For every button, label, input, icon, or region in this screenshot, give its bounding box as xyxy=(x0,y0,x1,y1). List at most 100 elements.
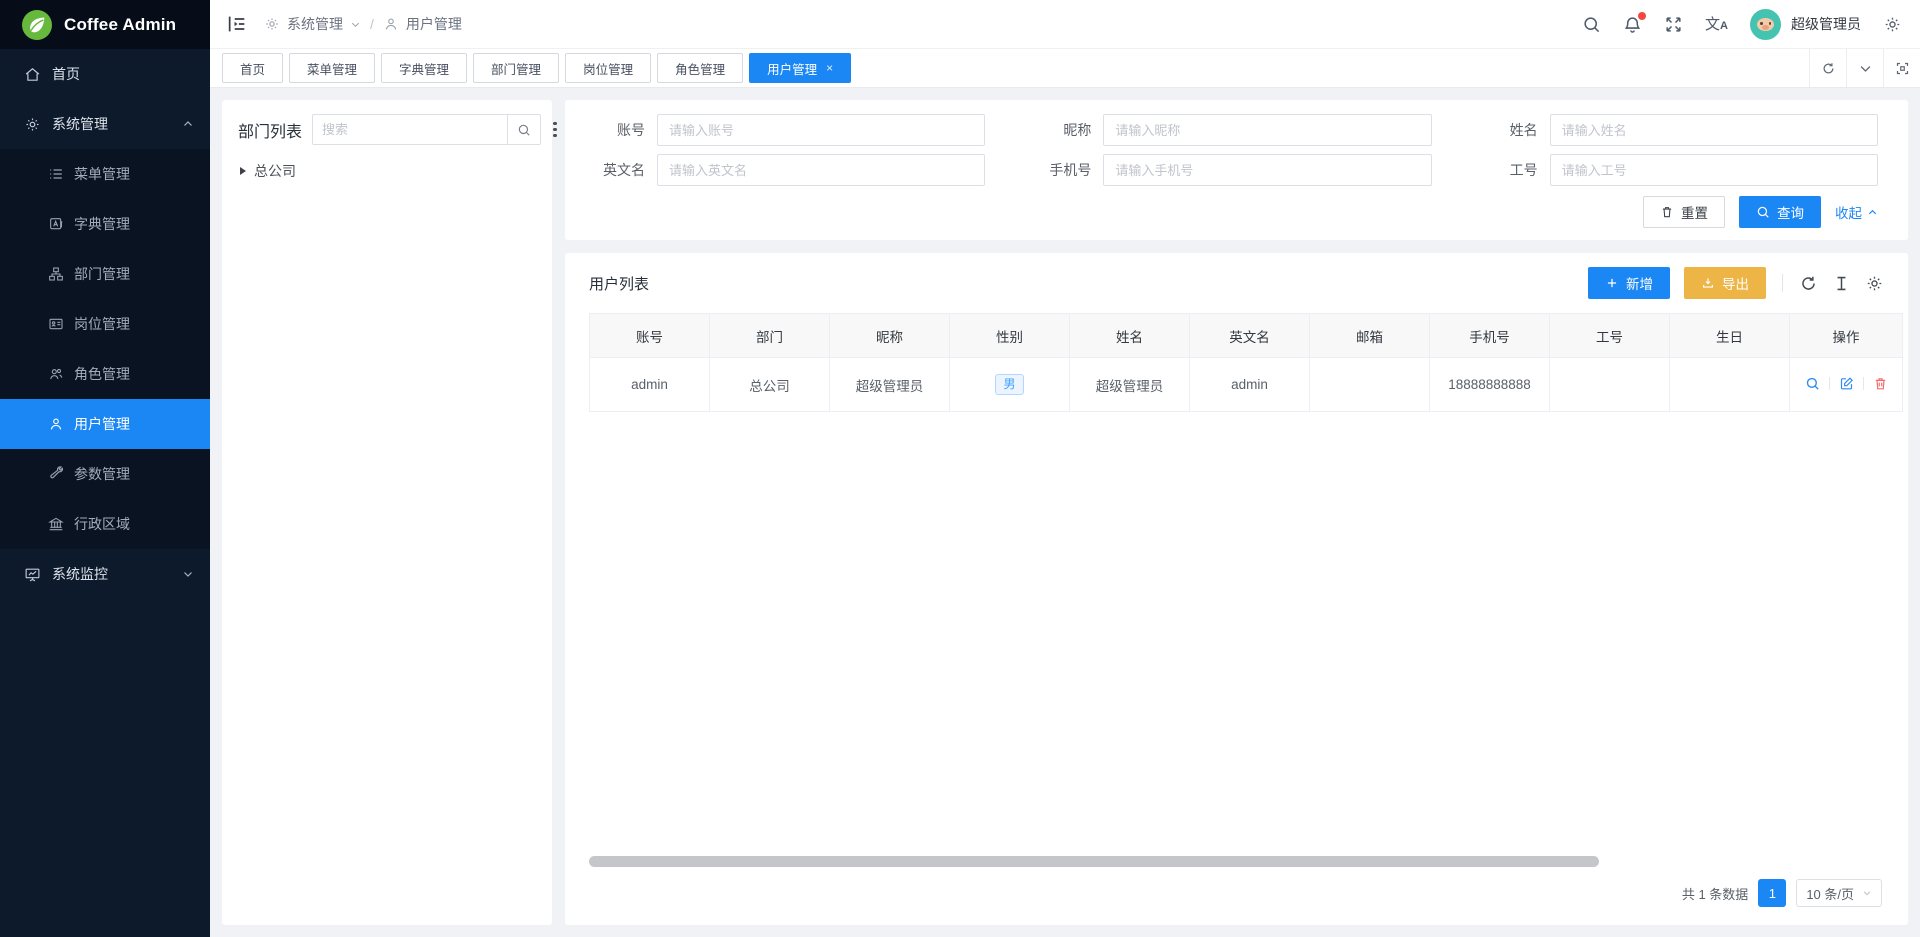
app-title: Coffee Admin xyxy=(64,15,176,35)
user-chip[interactable]: 超级管理员 xyxy=(1750,9,1861,40)
field-label: 账号 xyxy=(595,120,657,140)
fullscreen-icon[interactable] xyxy=(1664,15,1683,34)
sidebar-item-label: 系统监控 xyxy=(52,564,108,584)
sidebar-item-menu-mgmt[interactable]: 菜单管理 xyxy=(0,149,210,199)
sidebar-item-system[interactable]: 系统管理 xyxy=(0,99,210,149)
add-button[interactable]: 新增 xyxy=(1588,267,1670,299)
more-vertical-icon[interactable] xyxy=(551,122,559,138)
reset-label: 重置 xyxy=(1681,202,1708,222)
user-icon xyxy=(48,416,64,432)
dictionary-icon xyxy=(48,216,64,232)
table-refresh-icon[interactable] xyxy=(1799,274,1818,293)
toolbar-divider xyxy=(1782,274,1783,292)
tab-list-dropdown-icon[interactable] xyxy=(1846,49,1883,87)
english-name-input[interactable] xyxy=(657,154,985,186)
bank-icon xyxy=(48,516,64,532)
sidebar-item-admin-region[interactable]: 行政区域 xyxy=(0,499,210,549)
chevron-down-icon xyxy=(1862,888,1872,898)
table-header-row: 账号 部门 昵称 性别 姓名 英文名 邮箱 手机号 工号 生日 xyxy=(590,314,1903,358)
tab-label: 岗位管理 xyxy=(583,59,633,78)
dept-search-input[interactable] xyxy=(312,114,507,145)
col-email: 邮箱 xyxy=(1310,314,1430,358)
notifications-bell-icon[interactable] xyxy=(1623,15,1642,34)
tab-dict-mgmt[interactable]: 字典管理 xyxy=(381,53,467,83)
column-settings-gear-icon[interactable] xyxy=(1865,274,1884,293)
dept-panel-title: 部门列表 xyxy=(238,118,302,142)
field-label: 姓名 xyxy=(1488,120,1550,140)
sidebar-item-label: 菜单管理 xyxy=(74,164,130,184)
dept-panel: 部门列表 总公司 xyxy=(222,100,552,925)
id-card-icon xyxy=(48,316,64,332)
nickname-input[interactable] xyxy=(1103,114,1431,146)
tab-home[interactable]: 首页 xyxy=(222,53,283,83)
settings-gear-icon[interactable] xyxy=(1883,15,1902,34)
sidebar-item-post-mgmt[interactable]: 岗位管理 xyxy=(0,299,210,349)
export-button[interactable]: 导出 xyxy=(1684,267,1766,299)
tabs: 首页 菜单管理 字典管理 部门管理 岗位管理 角色管理 用户管理 × xyxy=(222,53,1809,83)
col-phone: 手机号 xyxy=(1430,314,1550,358)
account-input[interactable] xyxy=(657,114,985,146)
tab-user-mgmt[interactable]: 用户管理 × xyxy=(749,53,851,83)
tab-fullscreen-icon[interactable] xyxy=(1883,49,1920,87)
chevron-up-icon xyxy=(1867,207,1878,218)
dept-search-group xyxy=(312,114,541,145)
caret-right-icon[interactable] xyxy=(240,167,246,175)
content: 部门列表 总公司 xyxy=(210,88,1920,937)
horizontal-scrollbar[interactable] xyxy=(589,856,1884,867)
phone-input[interactable] xyxy=(1103,154,1431,186)
tab-label: 菜单管理 xyxy=(307,59,357,78)
collapse-link[interactable]: 收起 xyxy=(1835,202,1878,222)
cell-work-no xyxy=(1550,358,1670,412)
sidebar-item-label: 部门管理 xyxy=(74,264,130,284)
filter-item-account: 账号 xyxy=(595,114,985,146)
edit-icon[interactable] xyxy=(1839,376,1854,391)
logo-bar: Coffee Admin xyxy=(0,0,210,49)
sidebar-item-role-mgmt[interactable]: 角色管理 xyxy=(0,349,210,399)
tab-post-mgmt[interactable]: 岗位管理 xyxy=(565,53,651,83)
sidebar-item-param-mgmt[interactable]: 参数管理 xyxy=(0,449,210,499)
collapse-label: 收起 xyxy=(1835,202,1862,222)
breadcrumb-section[interactable]: 系统管理 xyxy=(287,14,343,34)
sidebar-item-label: 首页 xyxy=(52,64,80,84)
sidebar-item-monitor[interactable]: 系统监控 xyxy=(0,549,210,599)
main-region: 系统管理 / 用户管理 文A xyxy=(210,0,1920,937)
row-height-icon[interactable] xyxy=(1832,274,1851,293)
dept-search-button[interactable] xyxy=(507,114,541,145)
name-input[interactable] xyxy=(1550,114,1878,146)
page-size-select[interactable]: 10 条/页 xyxy=(1796,879,1882,907)
sidebar-fold-icon[interactable] xyxy=(226,13,248,35)
sidebar-item-home[interactable]: 首页 xyxy=(0,49,210,99)
users-icon xyxy=(48,366,64,382)
page-size-value: 10 条/页 xyxy=(1806,884,1854,903)
tab-refresh-icon[interactable] xyxy=(1809,49,1846,87)
tab-menu-mgmt[interactable]: 菜单管理 xyxy=(289,53,375,83)
cell-name: 超级管理员 xyxy=(1070,358,1190,412)
col-english-name: 英文名 xyxy=(1190,314,1310,358)
page-number-button[interactable]: 1 xyxy=(1758,879,1786,907)
search-icon[interactable] xyxy=(1582,15,1601,34)
col-actions: 操作 xyxy=(1790,314,1903,358)
home-icon xyxy=(24,66,41,83)
sidebar-item-user-mgmt[interactable]: 用户管理 xyxy=(0,399,210,449)
tree-node-root[interactable]: 总公司 xyxy=(238,161,536,181)
translate-icon[interactable]: 文A xyxy=(1705,17,1728,32)
tab-dept-mgmt[interactable]: 部门管理 xyxy=(473,53,559,83)
tab-role-mgmt[interactable]: 角色管理 xyxy=(657,53,743,83)
view-magnifier-icon[interactable] xyxy=(1805,376,1820,391)
query-button[interactable]: 查询 xyxy=(1739,196,1821,228)
wrench-icon xyxy=(48,466,64,482)
scrollbar-thumb[interactable] xyxy=(589,856,1599,867)
delete-trash-icon[interactable] xyxy=(1873,376,1888,391)
cell-email xyxy=(1310,358,1430,412)
reset-button[interactable]: 重置 xyxy=(1643,196,1725,228)
plus-icon xyxy=(1605,276,1619,290)
list-header: 用户列表 新增 导出 xyxy=(589,267,1884,299)
tab-close-icon[interactable]: × xyxy=(826,61,833,75)
sidebar-item-dict-mgmt[interactable]: 字典管理 xyxy=(0,199,210,249)
sidebar-item-dept-mgmt[interactable]: 部门管理 xyxy=(0,249,210,299)
filter-actions: 重置 查询 收起 xyxy=(595,196,1878,228)
work-no-input[interactable] xyxy=(1550,154,1878,186)
search-icon xyxy=(517,123,531,137)
filter-item-phone: 手机号 xyxy=(1041,154,1431,186)
right-column: 账号 昵称 姓名 英文名 xyxy=(565,100,1908,925)
